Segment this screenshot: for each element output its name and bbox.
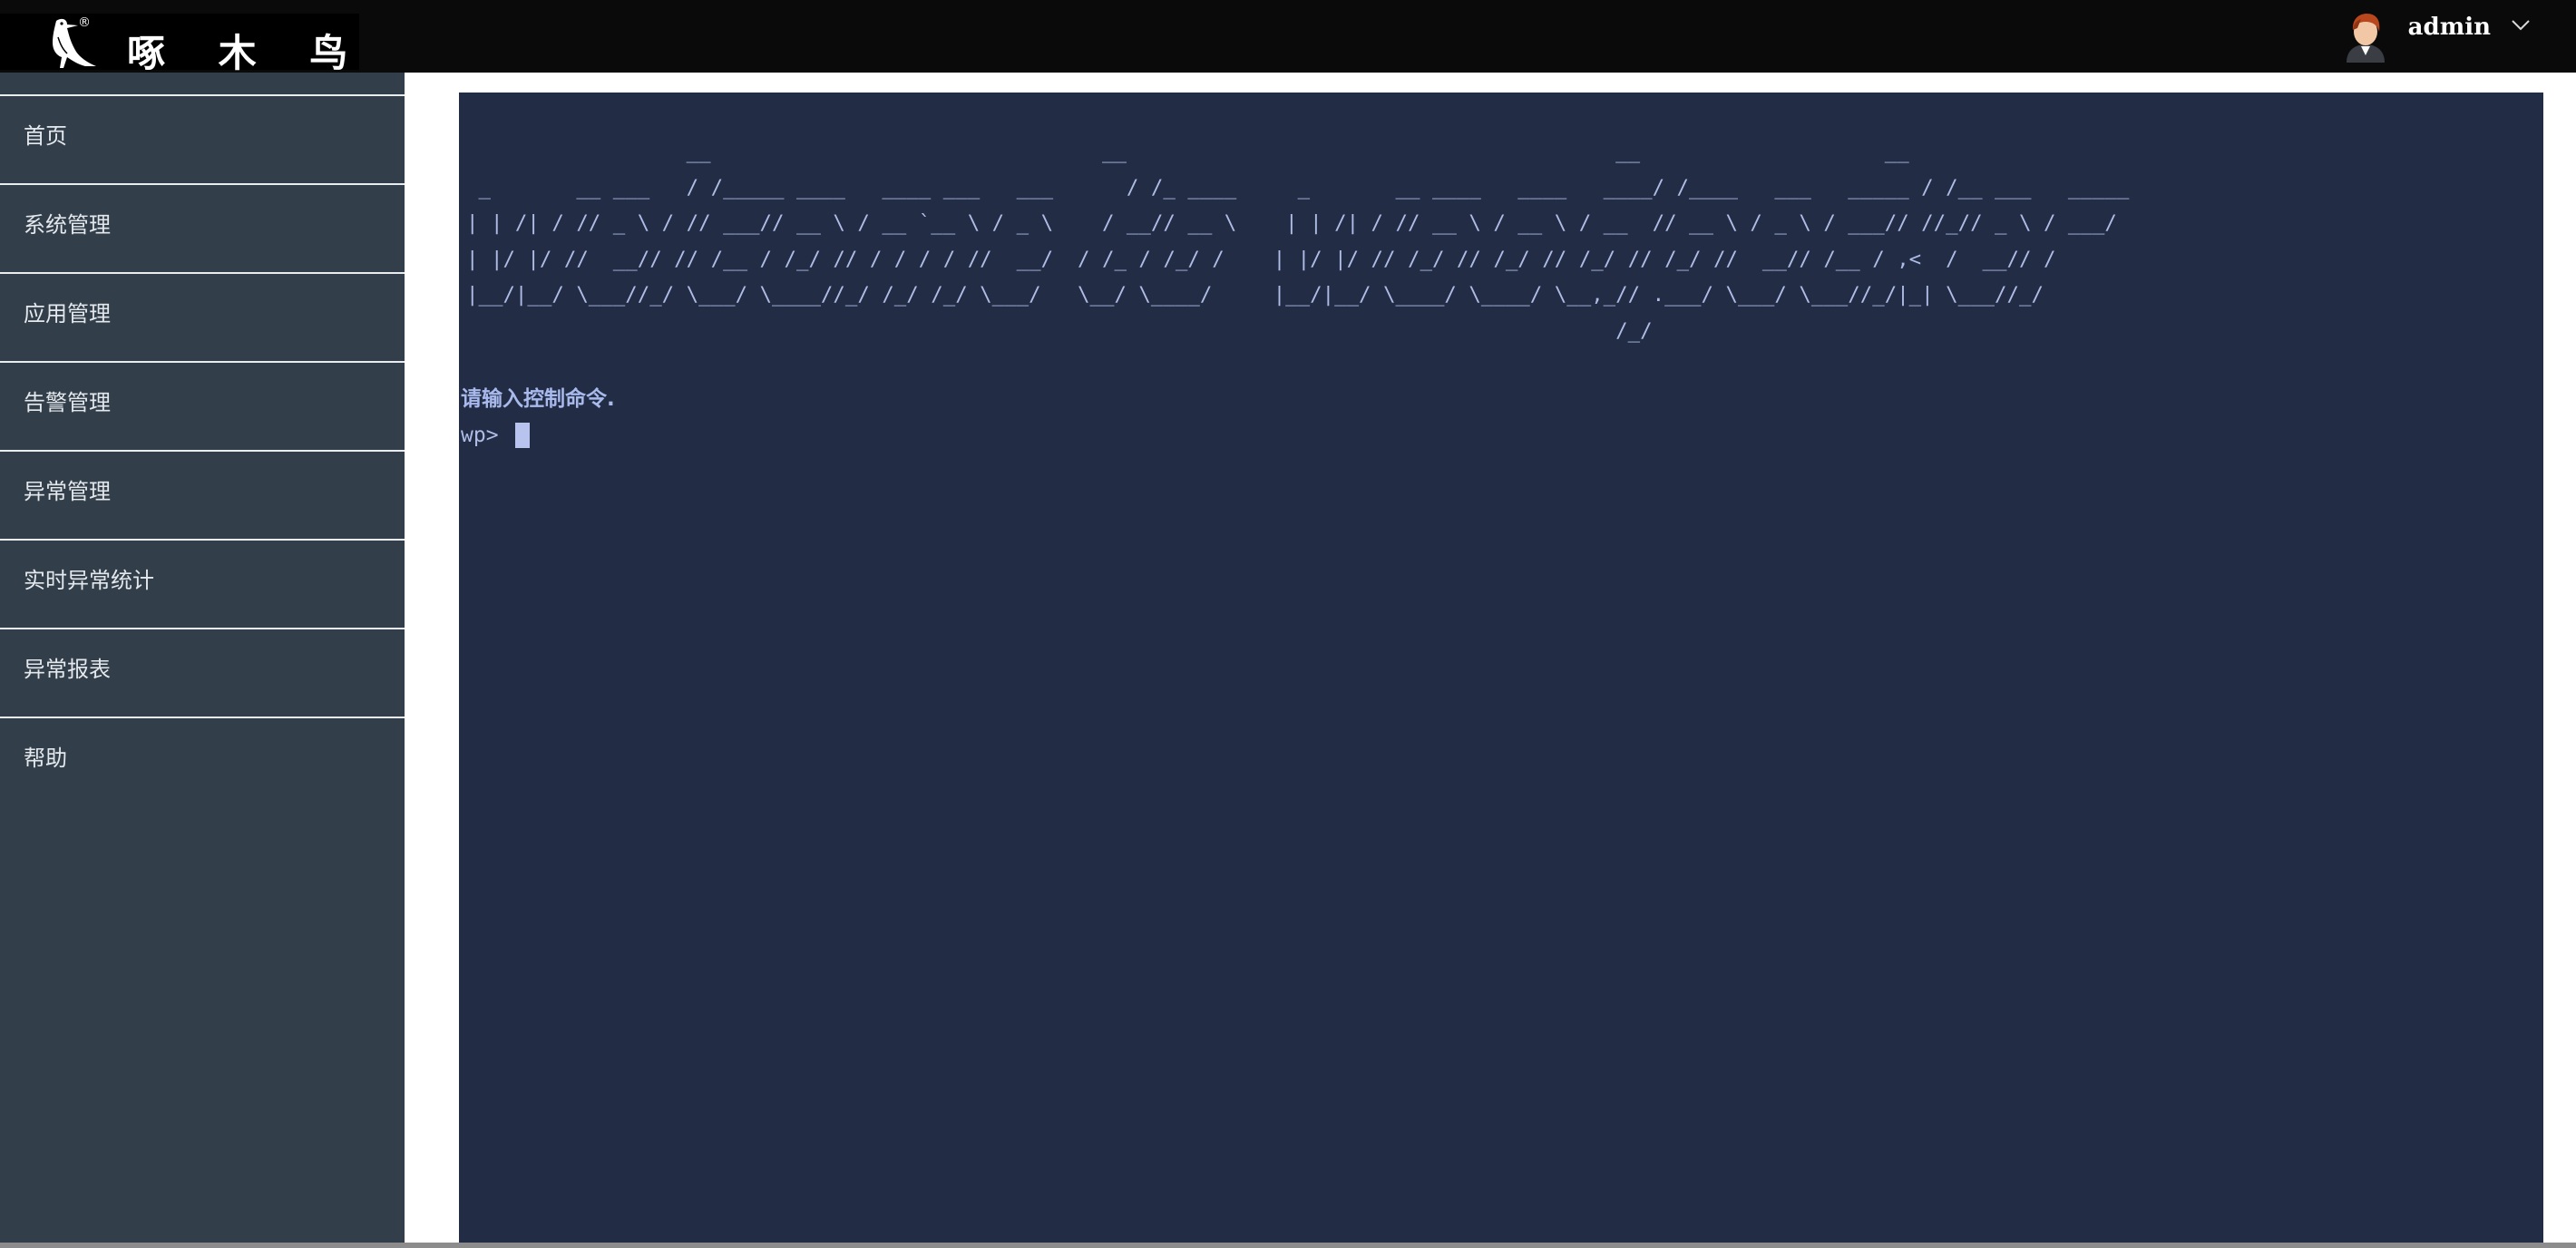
- sidebar-item-home[interactable]: 首页: [0, 94, 405, 181]
- terminal-console[interactable]: __ __ __ __ _ __ ___ / /_____ ____ ____ …: [459, 93, 2543, 1248]
- terminal-banner: __ __ __ __ _ __ ___ / /_____ ____ ____ …: [466, 140, 2130, 343]
- terminal-message: 请输入控制命令.: [461, 387, 615, 411]
- terminal-prompt: wp>: [461, 424, 499, 447]
- logo: ® 啄 木 鸟: [0, 14, 359, 75]
- sidebar-item-label: 实时异常统计: [24, 568, 154, 593]
- sidebar-item-exception-management[interactable]: 异常管理: [0, 450, 405, 537]
- sidebar-item-label: 帮助: [24, 746, 67, 771]
- sidebar-item-system-management[interactable]: 系统管理: [0, 183, 405, 270]
- top-bar: ® 啄 木 鸟 admin: [0, 0, 2576, 75]
- terminal-prompt-line[interactable]: wp>: [461, 423, 530, 448]
- sidebar-item-label: 系统管理: [24, 212, 111, 238]
- sidebar-item-app-management[interactable]: 应用管理: [0, 272, 405, 359]
- terminal-cursor[interactable]: [514, 423, 530, 448]
- user-menu[interactable]: admin: [2341, 7, 2531, 65]
- sidebar: 首页 系统管理 应用管理 告警管理 异常管理 实时异常统计 异常报表 帮助: [0, 73, 405, 1248]
- sidebar-item-label: 首页: [24, 123, 67, 149]
- sidebar-item-label: 异常管理: [24, 479, 111, 504]
- sidebar-item-label: 应用管理: [24, 301, 111, 327]
- sidebar-item-realtime-exception-stats[interactable]: 实时异常统计: [0, 539, 405, 626]
- sidebar-item-exception-report[interactable]: 异常报表: [0, 628, 405, 715]
- sidebar-item-help[interactable]: 帮助: [0, 717, 405, 804]
- registered-mark: ®: [78, 15, 91, 30]
- chevron-down-icon[interactable]: [2511, 19, 2531, 32]
- logo-text: 啄 木 鸟: [127, 31, 368, 75]
- sidebar-item-label: 告警管理: [24, 390, 111, 415]
- user-avatar-icon: [2346, 14, 2385, 63]
- sidebar-item-label: 异常报表: [24, 657, 111, 682]
- bottom-edge: [0, 1243, 2576, 1248]
- username[interactable]: admin: [2408, 14, 2491, 41]
- sidebar-item-alert-management[interactable]: 告警管理: [0, 361, 405, 448]
